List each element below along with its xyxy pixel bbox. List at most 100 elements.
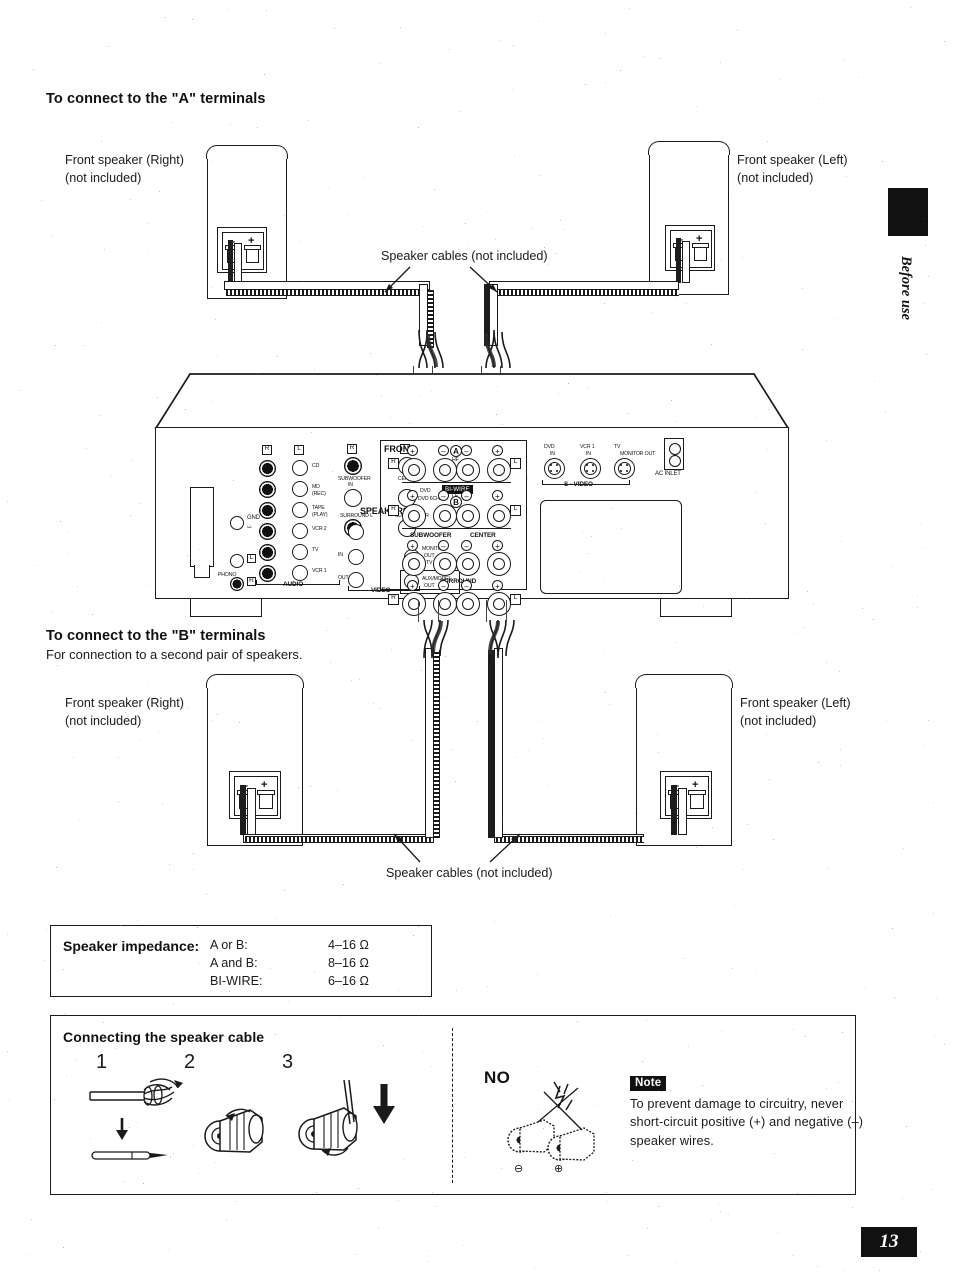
scan-speck	[497, 542, 498, 543]
scan-speck	[456, 990, 457, 991]
scan-speck	[463, 1245, 464, 1246]
scan-speck	[539, 175, 540, 176]
audio-jack-label: VCR 2	[312, 526, 327, 532]
s-video-pin	[585, 463, 588, 466]
scan-speck	[494, 921, 495, 922]
scan-speck	[458, 486, 459, 487]
scan-speck	[238, 334, 239, 335]
scan-speck	[609, 704, 610, 705]
scan-speck	[922, 548, 923, 549]
scan-speck	[330, 662, 331, 663]
scan-speck	[299, 836, 300, 837]
scan-speck	[720, 1211, 721, 1212]
scan-speck	[580, 572, 581, 573]
speaker-top-bevel	[206, 145, 288, 159]
scan-speck	[920, 524, 921, 525]
gnd-terminal	[230, 516, 244, 530]
scan-speck	[502, 822, 503, 823]
scan-speck	[637, 813, 638, 814]
scan-speck	[54, 1099, 55, 1100]
scan-speck	[514, 156, 515, 157]
scan-speck	[926, 669, 927, 670]
surround-r-plus: +	[407, 580, 418, 591]
audio-jack-label: TAPE	[312, 505, 325, 511]
binding-post-surround-l-minus	[456, 592, 480, 616]
s-video-jack-name: VCR 1	[580, 444, 595, 450]
scan-speck	[443, 944, 444, 945]
scan-speck	[206, 894, 207, 895]
cable-a-right-split	[418, 329, 444, 369]
scan-speck	[552, 1169, 553, 1170]
impedance-title: Speaker impedance:	[63, 938, 200, 954]
scan-speck	[512, 89, 513, 90]
surround-l-tag: L	[510, 594, 521, 605]
scan-speck	[90, 1138, 91, 1139]
scan-speck	[452, 749, 453, 750]
scan-speck	[810, 1196, 811, 1197]
audio-group-label: AUDIO	[283, 581, 304, 588]
scan-speck	[826, 1088, 827, 1089]
scan-speck	[358, 1188, 359, 1189]
scan-speck	[627, 1002, 628, 1003]
scan-speck	[767, 141, 768, 142]
scan-speck	[605, 33, 606, 34]
binding-post-surround-l-plus	[487, 592, 511, 616]
scan-speck	[544, 247, 545, 248]
scan-speck	[34, 565, 35, 566]
scan-speck	[449, 49, 450, 50]
scan-speck	[944, 1044, 945, 1045]
scan-speck	[197, 1039, 198, 1040]
scan-speck	[33, 69, 34, 70]
speaker-wire-minus	[671, 785, 677, 835]
cable-caption-b-arrows	[393, 833, 521, 863]
scan-speck	[768, 409, 769, 410]
speaker-b-left-label-line1: Front speaker (Left)	[740, 696, 851, 710]
scan-speck	[260, 586, 261, 587]
scan-speck	[236, 1201, 237, 1202]
scan-speck	[659, 58, 660, 59]
scan-speck	[879, 1270, 880, 1271]
scan-speck	[355, 1093, 356, 1094]
scan-speck	[923, 303, 924, 304]
scan-speck	[442, 697, 443, 698]
scan-speck	[728, 671, 729, 672]
audio-jack-label: CD	[312, 463, 320, 469]
scan-speck	[885, 411, 886, 412]
scan-speck	[131, 646, 132, 647]
scan-speck	[459, 111, 460, 112]
scan-speck	[487, 986, 488, 987]
scan-speck	[264, 74, 265, 75]
scan-speck	[802, 288, 803, 289]
scan-speck	[217, 714, 218, 715]
scan-speck	[65, 1013, 66, 1014]
scan-speck	[841, 541, 842, 542]
amplifier-foot-right	[660, 599, 732, 617]
scan-speck	[326, 630, 327, 631]
scan-speck	[670, 1090, 671, 1091]
scan-speck	[355, 1254, 356, 1255]
scan-speck	[73, 757, 74, 758]
scan-speck	[620, 70, 621, 71]
scan-speck	[147, 682, 148, 683]
scan-speck	[605, 692, 606, 693]
binding-post-front-b-r-minus	[433, 504, 457, 528]
scan-speck	[842, 1032, 843, 1033]
scan-speck	[603, 651, 604, 652]
front-a-l-bar	[456, 482, 511, 484]
phono-channel-l: L	[247, 554, 256, 563]
scan-speck	[720, 259, 721, 260]
front-b-r-plus: +	[407, 490, 418, 501]
scan-speck	[383, 1045, 384, 1046]
scan-speck	[893, 997, 894, 998]
scan-speck	[873, 619, 874, 620]
scan-speck	[7, 934, 8, 935]
s-video-pin	[619, 463, 622, 466]
s-video-jack	[544, 458, 565, 479]
scan-speck	[543, 1128, 544, 1129]
s-video-group-label: S - VIDEO	[564, 481, 593, 488]
scan-speck	[558, 393, 559, 394]
speaker-a-right: – +	[206, 145, 288, 299]
scan-speck	[605, 82, 606, 83]
binding-post-front-a-l-minus	[456, 458, 480, 482]
scan-speck	[228, 9, 229, 10]
